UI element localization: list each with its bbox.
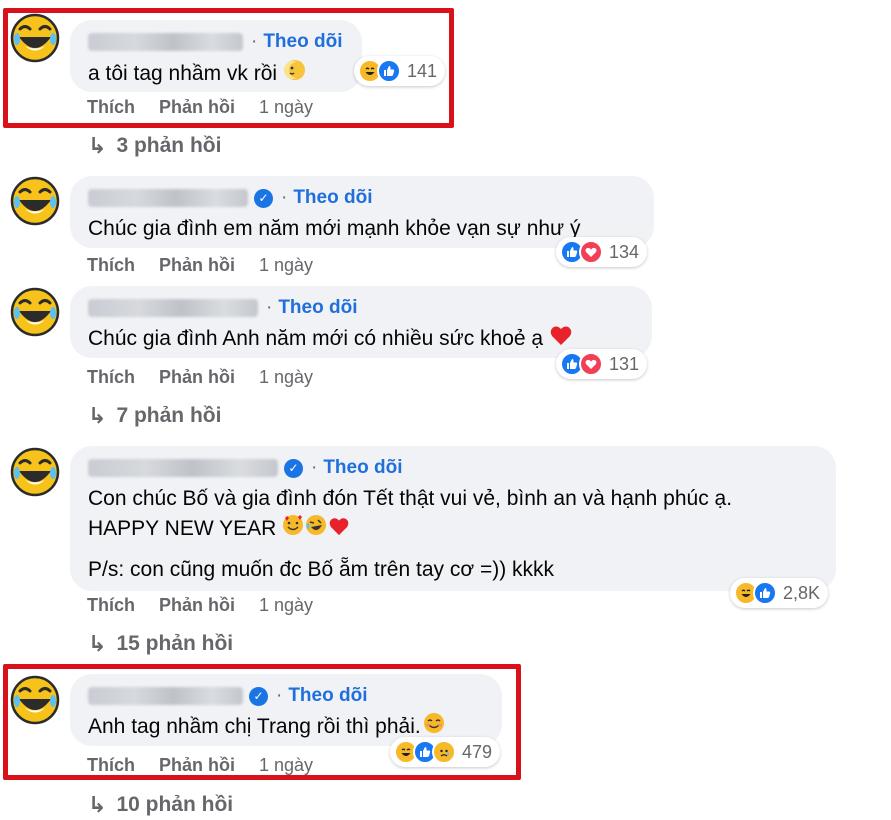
comment-bubble: · Theo dõi Chúc gia đình Anh năm mới có … (70, 286, 652, 358)
comment-text: Chúc gia đình em năm mới mạnh khỏe vạn s… (88, 217, 581, 240)
view-replies[interactable]: ↳ 15 phản hồi (88, 631, 233, 657)
timestamp[interactable]: 1 ngày (259, 255, 313, 276)
love-reaction-icon (579, 240, 603, 264)
follow-link[interactable]: Theo dõi (293, 187, 372, 209)
avatar[interactable] (10, 287, 60, 337)
comment-actions: Thích Phản hồi 1 ngày (87, 367, 313, 388)
timestamp[interactable]: 1 ngày (259, 367, 313, 388)
author-name-redacted[interactable] (88, 33, 243, 51)
reaction-count: 479 (462, 741, 493, 762)
reply-button[interactable]: Phản hồi (159, 97, 235, 118)
reaction-summary[interactable]: 2,8K (730, 578, 829, 608)
author-name-redacted[interactable] (88, 687, 243, 705)
reaction-summary[interactable]: 141 (354, 56, 446, 86)
avatar[interactable] (10, 176, 60, 226)
comment-text: Chúc gia đình Anh năm mới có nhiều sức k… (88, 324, 634, 355)
red-heart-icon (328, 515, 350, 545)
timestamp[interactable]: 1 ngày (259, 595, 313, 616)
avatar[interactable] (10, 13, 60, 63)
avatar[interactable] (10, 447, 60, 497)
like-button[interactable]: Thích (87, 255, 135, 276)
sad-reaction-icon (432, 740, 456, 764)
reply-arrow-icon: ↳ (88, 133, 107, 158)
verified-badge-icon: ✓ (254, 188, 273, 208)
comment-bubble: ✓ · Theo dõi Con chúc Bố và gia đình đón… (70, 446, 836, 591)
reply-button[interactable]: Phản hồi (159, 367, 235, 388)
like-button[interactable]: Thích (87, 97, 135, 118)
laughing-tears-icon (10, 675, 60, 725)
reply-button[interactable]: Phản hồi (159, 755, 235, 776)
reply-arrow-icon: ↳ (88, 631, 107, 656)
like-button[interactable]: Thích (87, 595, 135, 616)
laughing-tears-icon (10, 447, 60, 497)
crescent-moon-face-icon (283, 58, 307, 91)
reply-arrow-icon: ↳ (88, 792, 107, 817)
like-reaction-icon (377, 59, 401, 83)
author-name-redacted[interactable] (88, 459, 278, 477)
comment-actions: Thích Phản hồi 1 ngày (87, 755, 313, 776)
laughing-tears-icon (10, 287, 60, 337)
rolling-laughing-icon (305, 514, 327, 545)
follow-link[interactable]: Theo dõi (263, 31, 342, 53)
reply-arrow-icon: ↳ (88, 403, 107, 428)
follow-link[interactable]: Theo dõi (323, 457, 402, 479)
comment-text-line-3: P/s: con cũng muốn đc Bố ẵm trên tay cơ … (88, 558, 555, 581)
comment-text: Con chúc Bố và gia đình đón Tết thật vui… (88, 487, 733, 510)
timestamp[interactable]: 1 ngày (259, 97, 313, 118)
verified-badge-icon: ✓ (284, 458, 303, 478)
reply-button[interactable]: Phản hồi (159, 595, 235, 616)
reaction-summary[interactable]: 134 (556, 237, 648, 267)
smiling-face-with-hearts-icon (282, 514, 304, 545)
verified-badge-icon: ✓ (249, 686, 268, 706)
comment-bubble: · Theo dõi a tôi tag nhầm vk rồi (70, 20, 362, 92)
follow-link[interactable]: Theo dõi (288, 685, 367, 707)
comment-actions: Thích Phản hồi 1 ngày (87, 255, 313, 276)
comment-bubble: ✓ · Theo dõi Anh tag nhầm chị Trang rồi … (70, 674, 502, 746)
reaction-count: 131 (609, 353, 640, 374)
timestamp[interactable]: 1 ngày (259, 755, 313, 776)
author-name-redacted[interactable] (88, 189, 248, 207)
reply-button[interactable]: Phản hồi (159, 255, 235, 276)
comment-actions: Thích Phản hồi 1 ngày (87, 97, 313, 118)
reaction-summary[interactable]: 479 (390, 737, 501, 767)
view-replies[interactable]: ↳ 3 phản hồi (88, 133, 221, 159)
love-reaction-icon (579, 352, 603, 376)
like-reaction-icon (753, 581, 777, 605)
laughing-tears-icon (10, 176, 60, 226)
reaction-summary[interactable]: 131 (556, 349, 648, 379)
follow-link[interactable]: Theo dõi (278, 297, 357, 319)
reaction-count: 2,8K (783, 582, 821, 603)
comment-text-line-2: HAPPY NEW YEAR (88, 514, 818, 545)
avatar[interactable] (10, 675, 60, 725)
laughing-tears-icon (10, 13, 60, 63)
view-replies[interactable]: ↳ 10 phản hồi (88, 792, 233, 818)
author-name-redacted[interactable] (88, 299, 258, 317)
comment-actions: Thích Phản hồi 1 ngày (87, 595, 313, 616)
reaction-count: 134 (609, 241, 640, 262)
comment-text: a tôi tag nhầm vk rồi (88, 58, 344, 91)
view-replies[interactable]: ↳ 7 phản hồi (88, 403, 221, 429)
like-button[interactable]: Thích (87, 367, 135, 388)
reaction-count: 141 (407, 60, 438, 81)
like-button[interactable]: Thích (87, 755, 135, 776)
